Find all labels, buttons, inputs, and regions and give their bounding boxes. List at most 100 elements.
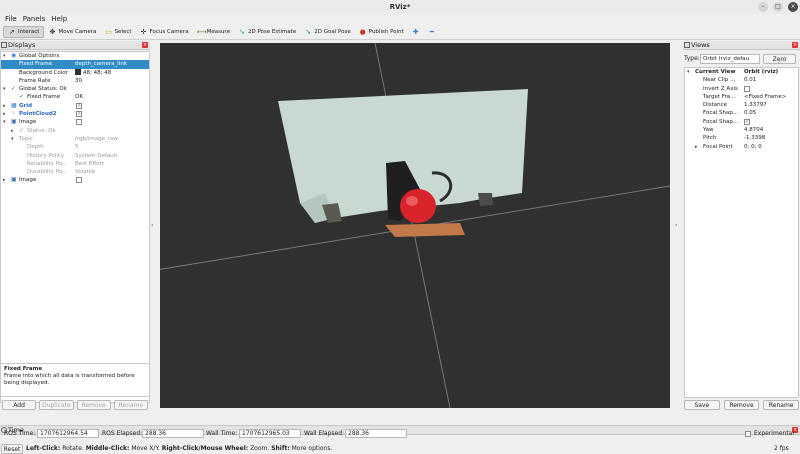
zero-button[interactable]: Zero — [763, 54, 796, 64]
tool-select-button[interactable]: ▭ Select — [101, 26, 136, 38]
collapse-arrow-icon[interactable]: ▸ — [11, 127, 14, 135]
display-row[interactable]: History Policy System Default — [1, 152, 149, 160]
displays-close-icon[interactable]: × — [142, 42, 148, 48]
remove-tool-icon[interactable]: ━ — [428, 28, 436, 36]
view-property-row[interactable]: Focal Shap... ✓ — [685, 118, 798, 126]
display-duplicate-button[interactable]: Duplicate — [39, 400, 74, 410]
reset-button[interactable]: Reset — [1, 444, 23, 454]
view-property-row[interactable]: Target Fra... <Fixed Frame> — [685, 93, 798, 101]
expand-arrow-icon[interactable]: ▾ — [687, 68, 690, 76]
display-row[interactable]: Depth 5 — [1, 143, 149, 151]
tool-2d-goal-pose-button[interactable]: ➘ 2D Goal Pose — [300, 26, 355, 38]
display-enabled-checkbox[interactable] — [76, 177, 82, 184]
display-row[interactable]: ▾ ▣ Image — [1, 118, 149, 126]
display-row-label: Depth — [27, 144, 44, 151]
view-property-row[interactable]: Near Clip ... 0.01 — [685, 76, 798, 84]
display-row[interactable]: Background Color 48; 48; 48 — [1, 69, 149, 77]
view-property-value[interactable]: <Fixed Frame> — [744, 93, 798, 101]
collapse-right-icon[interactable]: › — [675, 222, 677, 229]
views-close-icon[interactable]: × — [792, 42, 798, 48]
display-row[interactable]: ▸ ▣ Image — [1, 176, 149, 184]
view-remove-button[interactable]: Remove — [723, 400, 760, 410]
point-cloud-red-mug — [400, 189, 436, 223]
display-row[interactable]: Frame Rate 30 — [1, 77, 149, 85]
view-property-row[interactable]: Invert Z Axis — [685, 85, 798, 93]
display-row[interactable]: ▾ Topic/rgb/image_raw — [1, 135, 149, 143]
collapse-arrow-icon[interactable]: ▸ — [3, 176, 6, 184]
collapse-arrow-icon[interactable]: ▸ — [3, 110, 6, 118]
minimize-icon[interactable]: – — [758, 2, 768, 12]
display-enabled-checkbox[interactable]: ✓ — [76, 111, 82, 118]
tool-move-camera-button[interactable]: ✥ Move Camera — [44, 26, 100, 38]
view-property-value[interactable]: 0; 0; 0 — [744, 143, 798, 151]
display-row[interactable]: ▸ ⁘ PointCloud2 ✓ — [1, 110, 149, 118]
view-property-row[interactable]: ▸ Focal Point 0; 0; 0 — [685, 143, 798, 151]
display-rename-button[interactable]: Rename — [113, 400, 148, 410]
move-camera-icon: ✥ — [49, 28, 56, 36]
display-row-value: System Default — [75, 152, 118, 159]
tool-publish-point-button[interactable]: ● Publish Point — [355, 26, 408, 38]
tool-interact-button[interactable]: ➚ Interact — [3, 26, 45, 38]
add-tool-icon[interactable]: ✚ — [412, 28, 420, 36]
display-row[interactable]: Fixed Frame depth_camera_link — [1, 60, 149, 69]
displays-tree[interactable]: ▾ ◉ Global Options Fixed Frame depth_camera_… — [0, 51, 150, 403]
expand-arrow-icon[interactable]: ▾ — [3, 118, 6, 126]
view-property-row[interactable]: Pitch -1.3398 — [685, 134, 798, 142]
expand-arrow-icon[interactable]: ▾ — [3, 85, 6, 93]
view-rename-button[interactable]: Rename — [763, 400, 800, 410]
expand-arrow-icon[interactable]: ▾ — [3, 52, 6, 60]
display-enabled-checkbox[interactable]: ✓ — [76, 102, 82, 109]
experimental-checkbox[interactable] — [745, 431, 751, 437]
tool-label: Interact — [18, 29, 40, 35]
display-add-button[interactable]: Add — [2, 400, 37, 410]
render-viewport[interactable] — [160, 43, 670, 408]
display-remove-button[interactable]: Remove — [76, 400, 111, 410]
mouse-hint-part: Zoom. — [248, 445, 272, 452]
display-row[interactable]: ▾ ✓ Global Status: Ok — [1, 85, 149, 93]
view-property-row[interactable]: Distance 1.33797 — [685, 101, 798, 109]
collapse-arrow-icon[interactable]: ▸ — [3, 102, 6, 110]
display-row[interactable]: Reliability Po... Best Effort — [1, 160, 149, 168]
wall-elapsed-field: 288.36 — [345, 429, 407, 438]
view-property-value[interactable]: Orbit (rviz) — [744, 68, 798, 76]
view-type-select[interactable]: Orbit (rviz_defau — [700, 54, 760, 64]
view-property-value[interactable]: 1.33797 — [744, 101, 798, 109]
close-window-icon[interactable]: × — [788, 2, 798, 12]
render-canvas[interactable] — [160, 43, 670, 408]
tool-measure-button[interactable]: ⟷ Measure — [193, 26, 234, 38]
display-row[interactable]: Durability Po... Volatile — [1, 168, 149, 176]
view-save-button[interactable]: Save — [684, 400, 720, 410]
display-row-label: Frame Rate — [19, 77, 51, 84]
view-property-row[interactable]: ▾ Current View Orbit (rviz) — [685, 68, 798, 76]
description-text: Frame into which all data is transformed… — [4, 373, 135, 386]
menu-help[interactable]: Help — [51, 14, 67, 25]
view-property-row[interactable]: Focal Shap... 0.05 — [685, 109, 798, 117]
view-property-value[interactable]: 4.8704 — [744, 126, 798, 134]
display-row[interactable]: ▸ ▦ Grid ✓ — [1, 102, 149, 110]
display-row[interactable]: ▾ ◉ Global Options — [1, 52, 149, 60]
maximize-icon[interactable]: □ — [773, 2, 783, 12]
display-enabled-checkbox[interactable] — [76, 119, 82, 126]
display-row-label: Fixed Frame — [27, 94, 61, 101]
display-row-value: Volatile — [75, 169, 96, 176]
display-row[interactable]: ▸ ✓ Status: Ok — [1, 127, 149, 135]
menu-panels[interactable]: Panels — [23, 14, 46, 25]
view-property-value[interactable]: 0.01 — [744, 76, 798, 84]
collapse-arrow-icon[interactable]: ▸ — [695, 143, 698, 151]
tool-2d-pose-estimate-button[interactable]: ➘ 2D Pose Estimate — [234, 26, 300, 38]
views-tree[interactable]: ▾ Current View Orbit (rviz) Near Clip ... 0.… — [684, 67, 799, 398]
status-ok-check-icon: ✓ — [19, 93, 25, 101]
view-property-value[interactable]: 0.05 — [744, 109, 798, 117]
wall-time-label: Wall Time: — [206, 430, 238, 437]
display-row[interactable]: ✓ Fixed Frame OK — [1, 93, 149, 101]
expand-arrow-icon[interactable]: ▾ — [11, 135, 14, 143]
tool-focus-camera-button[interactable]: ✛ Focus Camera — [136, 26, 193, 38]
view-property-value[interactable]: -1.3398 — [744, 134, 798, 142]
view-property-checkbox[interactable] — [744, 85, 750, 92]
menu-file[interactable]: File — [5, 14, 17, 25]
display-row-label: Global Status: Ok — [19, 86, 67, 93]
view-property-checkbox[interactable]: ✓ — [744, 118, 750, 125]
display-row-value[interactable]: depth_camera_link — [75, 60, 149, 68]
view-property-row[interactable]: Yaw 4.8704 — [685, 126, 798, 134]
collapse-left-icon[interactable]: ‹ — [151, 222, 153, 229]
